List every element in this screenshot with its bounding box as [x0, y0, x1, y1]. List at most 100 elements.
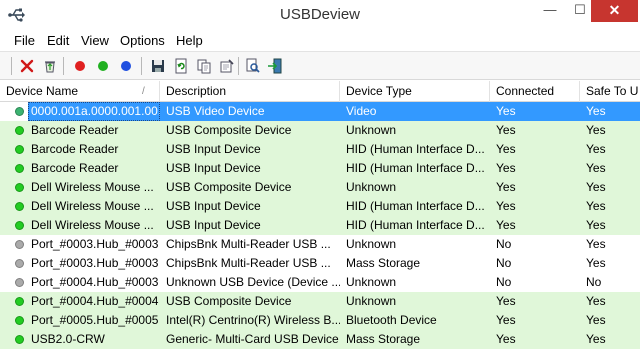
connected-cell: No — [496, 237, 512, 251]
table-row[interactable]: Dell Wireless Mouse ... USB Input Device H… — [0, 197, 640, 216]
device-type-cell: HID (Human Interface D... — [346, 218, 485, 232]
connected-cell: Yes — [496, 142, 516, 156]
disable-red-dot-icon[interactable] — [70, 56, 90, 76]
device-type-cell: Bluetooth Device — [346, 313, 437, 327]
enable-green-dot-icon[interactable] — [93, 56, 113, 76]
device-name-cell: Port_#0004.Hub_#0004 — [31, 294, 159, 308]
table-row[interactable]: Port_#0003.Hub_#0003 ChipsBnk Multi-Reade… — [0, 235, 640, 254]
save-icon[interactable] — [148, 56, 168, 76]
toolbar-separator — [238, 57, 239, 75]
safe-to-unplug-cell: Yes — [586, 332, 606, 346]
description-cell: Intel(R) Centrino(R) Wireless B... — [166, 313, 340, 327]
device-type-cell: Mass Storage — [346, 256, 421, 270]
device-type-cell: Mass Storage — [346, 332, 421, 346]
toolbar-separator — [141, 57, 142, 75]
device-type-cell: HID (Human Interface D... — [346, 161, 485, 175]
blue-dot-icon-shape — [121, 61, 131, 71]
description-cell: USB Composite Device — [166, 294, 292, 308]
column-header-connected[interactable]: Connected — [490, 81, 580, 102]
device-name-cell: Port_#0003.Hub_#0003 — [31, 256, 159, 270]
device-name-cell: Port_#0004.Hub_#0003 — [31, 275, 159, 289]
device-name-cell: Barcode Reader — [31, 123, 119, 137]
safe-to-unplug-cell: Yes — [586, 313, 606, 327]
connected-cell: Yes — [496, 123, 516, 137]
device-name-cell: Dell Wireless Mouse ... — [31, 199, 154, 213]
description-cell: Unknown USB Device (Device ... — [166, 275, 340, 289]
safe-to-unplug-cell: No — [586, 275, 602, 289]
connected-cell: Yes — [496, 313, 516, 327]
device-type-cell: Unknown — [346, 237, 397, 251]
table-row[interactable]: 0000.001a.0000.001.00... USB Video Device… — [0, 102, 640, 121]
device-name-cell: Barcode Reader — [31, 142, 119, 156]
menu-options[interactable]: Options — [120, 33, 165, 48]
menu-file[interactable]: File — [14, 33, 35, 48]
column-header-label: Device Name — [6, 84, 79, 98]
table-row[interactable]: Port_#0004.Hub_#0003 Unknown USB Device (… — [0, 273, 640, 292]
find-icon[interactable] — [243, 56, 263, 76]
column-header-description[interactable]: Description — [160, 81, 340, 102]
status-dot-icon — [15, 107, 24, 116]
safe-to-unplug-cell: Yes — [586, 237, 606, 251]
description-cell: ChipsBnk Multi-Reader USB ... — [166, 256, 331, 270]
table-row[interactable]: Dell Wireless Mouse ... USB Input Device H… — [0, 216, 640, 235]
device-type-cell: Unknown — [346, 294, 397, 308]
menu-edit[interactable]: Edit — [47, 33, 69, 48]
recycle-icon[interactable] — [40, 56, 60, 76]
safe-to-unplug-cell: Yes — [586, 123, 606, 137]
device-type-cell: HID (Human Interface D... — [346, 142, 485, 156]
refresh-icon[interactable] — [171, 56, 191, 76]
device-name-cell: 0000.001a.0000.001.00... — [28, 102, 160, 121]
device-name-cell: Barcode Reader — [31, 161, 119, 175]
exit-icon[interactable] — [265, 56, 285, 76]
table-row[interactable]: Barcode Reader USB Input Device HID (Human… — [0, 140, 640, 159]
connected-cell: No — [496, 275, 512, 289]
description-cell: Generic- Multi-Card USB Device — [166, 332, 339, 346]
table-row[interactable]: Barcode Reader USB Input Device HID (Human… — [0, 159, 640, 178]
title-bar: USBDeview — ☐ ✕ — [0, 0, 640, 30]
connected-cell: Yes — [490, 102, 580, 121]
description-cell: USB Composite Device — [166, 180, 292, 194]
table-row[interactable]: Port_#0005.Hub_#0005 Intel(R) Centrino(R)… — [0, 311, 640, 330]
table-row[interactable]: USB2.0-CRW Generic- Multi-Card USB Device… — [0, 330, 640, 349]
safe-to-unplug-cell: Yes — [586, 199, 606, 213]
device-name-cell: Port_#0005.Hub_#0005 — [31, 313, 159, 327]
connected-cell: No — [496, 256, 512, 270]
list-header: Device Name / Description Device Type Co… — [0, 81, 640, 102]
menu-view[interactable]: View — [81, 33, 109, 48]
sort-indicator-icon: / — [142, 86, 145, 97]
table-row[interactable]: Barcode Reader USB Composite Device Unknow… — [0, 121, 640, 140]
description-cell: USB Input Device — [166, 161, 261, 175]
close-button[interactable]: ✕ — [591, 0, 638, 22]
column-header-device-name[interactable]: Device Name / — [0, 81, 160, 102]
description-cell: USB Input Device — [166, 199, 261, 213]
red-dot-icon — [75, 61, 85, 71]
device-list[interactable]: Device Name / Description Device Type Co… — [0, 81, 640, 361]
description-cell: ChipsBnk Multi-Reader USB ... — [166, 237, 331, 251]
column-header-device-type[interactable]: Device Type — [340, 81, 490, 102]
device-type-cell: HID (Human Interface D... — [346, 199, 485, 213]
table-row[interactable]: Dell Wireless Mouse ... USB Composite Dev… — [0, 178, 640, 197]
menu-bar: File Edit View Options Help — [0, 30, 640, 52]
device-name-cell: Dell Wireless Mouse ... — [31, 218, 154, 232]
connected-cell: Yes — [496, 180, 516, 194]
safe-to-unplug-cell: Yes — [586, 256, 606, 270]
column-header-safe-to-unplug[interactable]: Safe To U — [580, 81, 640, 102]
connected-cell: Yes — [496, 294, 516, 308]
properties-icon[interactable] — [217, 56, 237, 76]
device-name-cell: USB2.0-CRW — [31, 332, 105, 346]
connected-cell: Yes — [496, 161, 516, 175]
copy-icon[interactable] — [194, 56, 214, 76]
safe-to-unplug-cell: Yes — [586, 142, 606, 156]
table-row[interactable]: Port_#0004.Hub_#0004 USB Composite Device… — [0, 292, 640, 311]
description-cell: USB Input Device — [166, 142, 261, 156]
blue-dot-icon[interactable] — [116, 56, 136, 76]
device-type-cell: Video — [340, 102, 490, 121]
toolbar-separator — [63, 57, 64, 75]
toolbar — [0, 52, 640, 80]
minimize-button[interactable]: — — [535, 0, 565, 22]
device-type-cell: Unknown — [346, 123, 397, 137]
uninstall-icon[interactable] — [17, 56, 37, 76]
menu-help[interactable]: Help — [176, 33, 203, 48]
safe-to-unplug-cell: Yes — [586, 218, 606, 232]
table-row[interactable]: Port_#0003.Hub_#0003 ChipsBnk Multi-Reade… — [0, 254, 640, 273]
